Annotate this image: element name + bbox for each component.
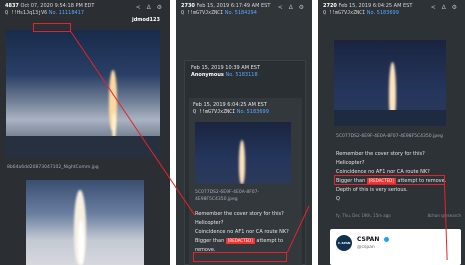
post-image-2[interactable]: [26, 180, 144, 265]
reply-block: Feb 15, 2019 10:39 AM EST Anonymous No. …: [184, 60, 306, 265]
image-filename[interactable]: 8b64a6dd20873047102_NightComm.jpg: [7, 165, 99, 170]
reply-date: Feb 15, 2019 10:39 AM EST: [191, 65, 261, 71]
post-id[interactable]: 4837: [5, 3, 19, 9]
quoted-image[interactable]: [195, 122, 291, 184]
quoted-text: Remember the cover story for this? Helic…: [195, 210, 299, 255]
post-signature: Q: [336, 196, 340, 202]
redacted-badge: [REDACTED]: [225, 238, 255, 244]
tripcode: Q !!mG7VJxZNCI: [181, 10, 224, 16]
post-date: Feb 15, 2019 6:17:49 AM EST: [196, 3, 271, 9]
highlight-box-redacted-right: [334, 175, 445, 185]
post-line: Remember the cover story for this?: [336, 151, 425, 157]
tripcode: Q !!mG7VJxZNCI: [323, 10, 366, 16]
post-column-middle: 2730 Feb 15, 2019 6:17:49 AM EST < ∆ ⚙ Q…: [176, 0, 312, 265]
post-line: Helicopter?: [336, 160, 365, 166]
post-date: Feb 15, 2019 6:04:25 AM EST: [338, 3, 413, 9]
quoted-date: Feb 15, 2019 6:04:25 AM EST: [193, 102, 267, 108]
quoted-filename[interactable]: 5C077DS2-6E9F-4E0A-8F07-4E98F5C4350.jpeg: [195, 189, 295, 203]
post-column-left: 4837 Oct 07, 2020 9:54:18 PM EDT < ∆ ⚙ Q…: [0, 0, 170, 265]
highlight-box-date: [33, 23, 71, 32]
post-actions-icons[interactable]: < ∆ ⚙: [136, 4, 164, 11]
quote-line: Helicopter?: [195, 220, 224, 226]
post-actions-icons[interactable]: < ∆ ⚙: [278, 4, 306, 11]
quote-line: Remember the cover story for this?: [195, 211, 284, 217]
image-filename[interactable]: 5C077DS2-6E9F-4E0A-8F07-4E98F5C4350.jpeg: [336, 134, 443, 139]
post-header: 2720 Feb 15, 2019 6:04:25 AM EST < ∆ ⚙ Q…: [318, 0, 465, 20]
quoted-number-link[interactable]: No. 5183699: [237, 109, 269, 115]
quoted-tripcode: Q !!mG7VJxZNCI: [193, 109, 236, 115]
post-date: Oct 07, 2020 9:54:18 PM EDT: [20, 3, 95, 9]
quote-line: Bigger than [REDACTED] attempt to: [195, 238, 284, 244]
post-number-link[interactable]: No. 5184294: [225, 10, 257, 16]
quote-line: Coincidence no AF1 nor CA route NK?: [195, 229, 289, 235]
post-number-link[interactable]: No. 11118417: [49, 10, 84, 16]
tripcode: Q !!Hs1Jq13jV6: [5, 10, 48, 16]
post-number-link[interactable]: No. 5183699: [367, 10, 399, 16]
reply-author: Anonymous: [191, 72, 224, 78]
tweet-author-name[interactable]: CSPAN: [357, 236, 379, 243]
reply-number-link[interactable]: No. 5183118: [225, 72, 257, 78]
highlight-box-redacted-middle: [193, 252, 287, 262]
post-line: Depth of this is very serious.: [336, 187, 408, 193]
post-header: 2730 Feb 15, 2019 6:17:49 AM EST < ∆ ⚙ Q…: [176, 0, 312, 20]
post-id[interactable]: 2730: [181, 3, 195, 9]
author-name[interactable]: jdmod123: [132, 17, 160, 23]
verified-icon: [384, 237, 389, 242]
post-image[interactable]: [334, 40, 446, 126]
embedded-tweet-card[interactable]: C-SPAN CSPAN @cspan: [330, 229, 461, 265]
footer-meta: fy, Thu, Dec 19th, 15m ago: [336, 213, 391, 218]
post-column-right: 2720 Feb 15, 2019 6:04:25 AM EST < ∆ ⚙ Q…: [318, 0, 465, 265]
tweet-handle[interactable]: @cspan: [357, 245, 375, 250]
post-id[interactable]: 2720: [323, 3, 337, 9]
post-actions-icons[interactable]: < ∆ ⚙: [431, 4, 459, 11]
post-footer: fy, Thu, Dec 19th, 15m ago 8chan qresear…: [336, 213, 461, 218]
cspan-logo-icon: C-SPAN: [336, 235, 352, 251]
quoted-post: Feb 15, 2019 6:04:25 AM EST Q !!mG7VJxZN…: [189, 98, 302, 265]
